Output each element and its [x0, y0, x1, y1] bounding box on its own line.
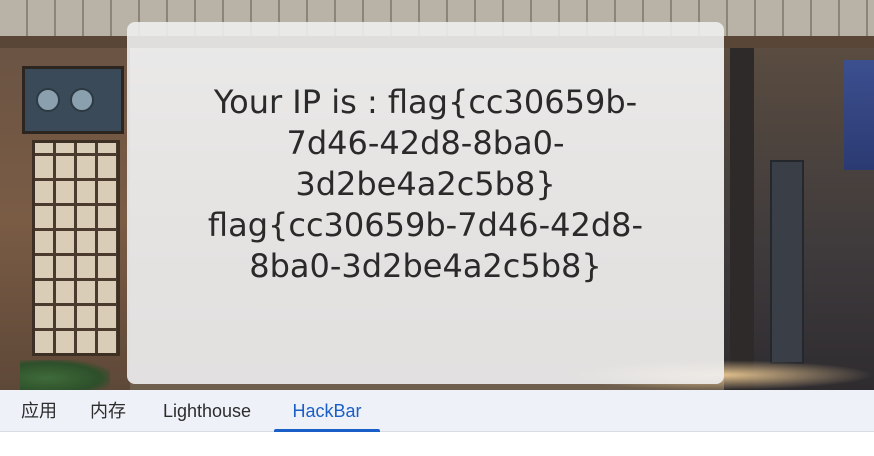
ip-message: Your IP is : flag{cc30659b- 7d46-42d8-8b… — [191, 82, 661, 287]
devtools-tab-bar: 应用 内存 Lighthouse HackBar — [0, 390, 874, 432]
background-left-window — [32, 140, 120, 356]
background-vent-right — [70, 88, 94, 112]
background-right-pillar — [730, 48, 754, 390]
background-vent-left — [36, 88, 60, 112]
background-sign — [770, 160, 804, 364]
message-line: Your IP is : flag{cc30659b- — [213, 83, 638, 121]
tab-label: 应用 — [21, 401, 57, 421]
message-card: Your IP is : flag{cc30659b- 7d46-42d8-8b… — [127, 22, 724, 384]
tab-label: 内存 — [90, 401, 126, 421]
devtools-panel — [0, 432, 874, 456]
message-line: 3d2be4a2c5b8} — [295, 165, 556, 203]
tab-lighthouse[interactable]: Lighthouse — [146, 390, 268, 431]
tab-label: HackBar — [292, 401, 362, 421]
tab-application[interactable]: 应用 — [8, 390, 70, 431]
background-blue-cloth — [844, 60, 874, 170]
tab-hackbar[interactable]: HackBar — [274, 390, 380, 432]
message-line: 8ba0-3d2be4a2c5b8} — [249, 247, 602, 285]
message-line: flag{cc30659b-7d46-42d8- — [207, 206, 644, 244]
page-viewport: Your IP is : flag{cc30659b- 7d46-42d8-8b… — [0, 0, 874, 390]
tab-memory[interactable]: 内存 — [77, 390, 139, 431]
tab-label: Lighthouse — [162, 401, 252, 421]
message-line: 7d46-42d8-8ba0- — [286, 124, 565, 162]
background-bushes — [20, 360, 110, 390]
